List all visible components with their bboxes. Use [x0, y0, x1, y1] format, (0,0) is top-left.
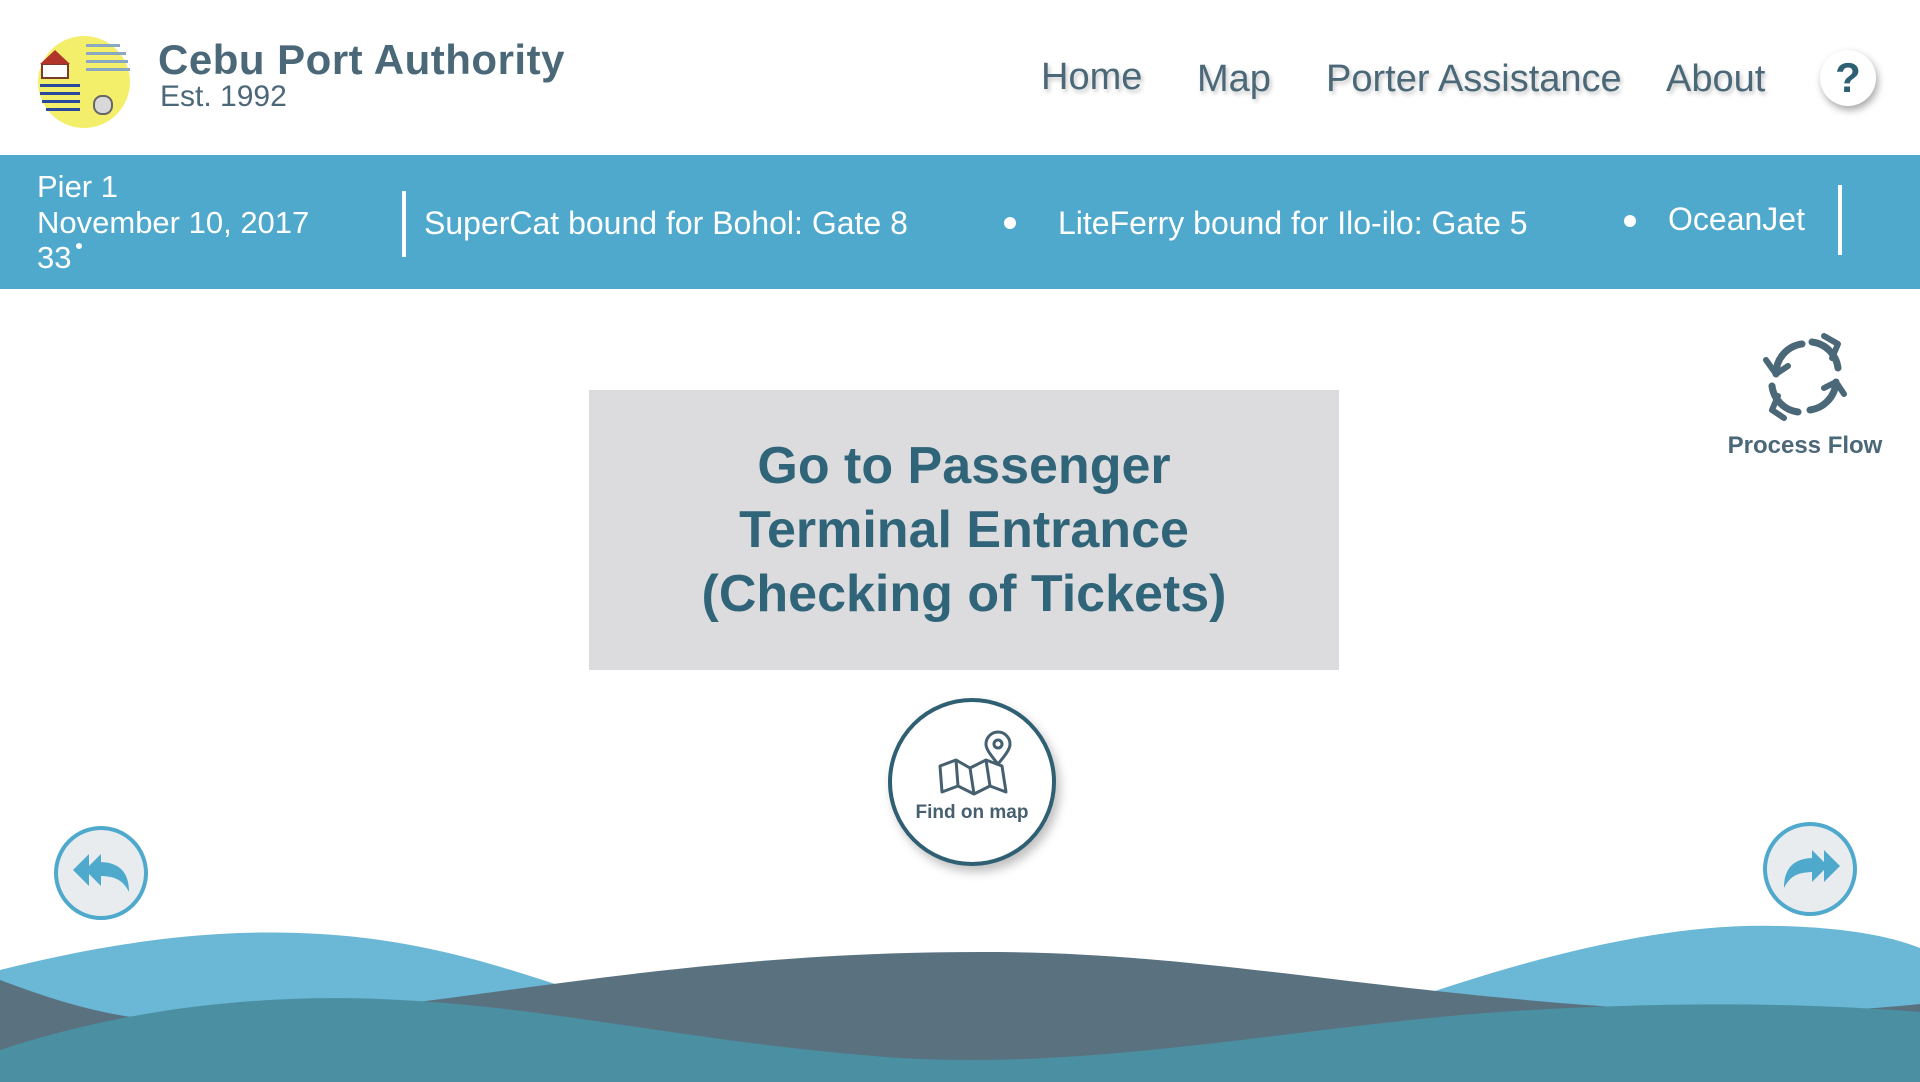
- reply-all-back-icon: [73, 854, 129, 892]
- degree-icon: [76, 243, 82, 249]
- header: Cebu Port Authority Est. 1992 Home Map P…: [0, 0, 1920, 155]
- info-bar: Pier 1 November 10, 2017 33 SuperCat bou…: [0, 155, 1920, 289]
- nav-porter-assistance[interactable]: Porter Assistance: [1326, 58, 1622, 101]
- ticker-separator-dot: [1624, 215, 1636, 227]
- brand-subtitle: Est. 1992: [160, 80, 287, 113]
- temperature-label: 33: [37, 240, 72, 275]
- step-line: Terminal Entrance: [739, 501, 1189, 559]
- nav-map[interactable]: Map: [1197, 58, 1271, 101]
- ticker-divider-left: [402, 191, 406, 257]
- ticker-item: OceanJet: [1668, 201, 1805, 237]
- port-authority-logo-icon: [38, 36, 130, 128]
- ticker-separator-dot: [1004, 217, 1016, 229]
- brand-title: Cebu Port Authority: [158, 36, 565, 83]
- step-line: (Checking of Tickets): [701, 565, 1227, 623]
- process-flow-button[interactable]: Process Flow: [1720, 318, 1890, 468]
- ticker-item: LiteFerry bound for Ilo-ilo: Gate 5: [1058, 205, 1528, 241]
- refresh-cycle-icon: [1763, 333, 1847, 421]
- map-pin-icon: [938, 730, 1012, 796]
- help-button[interactable]: ?: [1820, 50, 1876, 106]
- step-line: Go to Passenger: [757, 437, 1171, 495]
- decorative-waves: [0, 925, 1920, 1082]
- ticker-item: SuperCat bound for Bohol: Gate 8: [424, 205, 908, 241]
- find-on-map-label: Find on map: [915, 802, 1029, 823]
- find-on-map-button[interactable]: Find on map: [888, 698, 1056, 866]
- nav-home[interactable]: Home: [1041, 56, 1142, 99]
- pier-label: Pier 1: [37, 169, 118, 204]
- nav-about[interactable]: About: [1666, 58, 1765, 101]
- step-instruction-card: Go to Passenger Terminal Entrance (Check…: [589, 390, 1339, 670]
- process-flow-label: Process Flow: [1727, 432, 1883, 459]
- ticker-divider-right: [1838, 185, 1842, 255]
- date-label: November 10, 2017: [37, 205, 310, 240]
- step-instruction-text: Go to Passenger Terminal Entrance (Check…: [702, 434, 1227, 626]
- forward-all-icon: [1784, 850, 1840, 888]
